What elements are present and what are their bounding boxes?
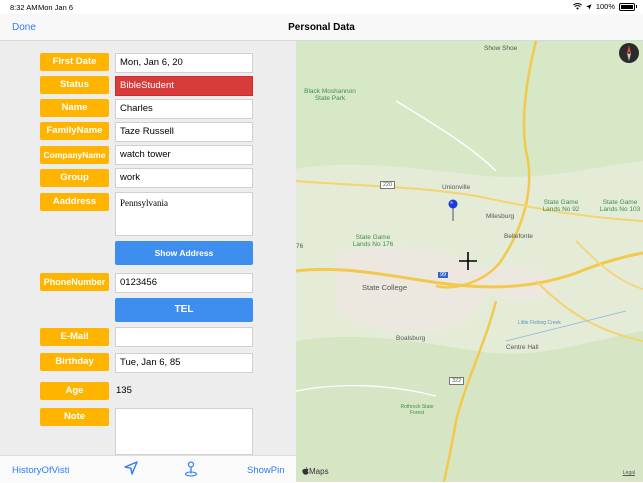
map-label-sgl92: State Game Lands No 92 [542, 199, 580, 213]
email-field[interactable] [115, 327, 253, 347]
battery-percent: 100% [595, 2, 615, 11]
address-field[interactable]: Pennsylvania [115, 192, 253, 236]
first-date-field[interactable]: Mon, Jan 6, 20 [115, 53, 253, 73]
map-label-little-fishing: Little Fishing Creek [518, 320, 561, 326]
name-label: Name [40, 99, 109, 117]
status-bar: 8:32 AM Mon Jan 6 100% [0, 0, 643, 14]
group-label: Group [40, 169, 109, 187]
email-label: E-Mail [40, 328, 109, 346]
status-time: 8:32 AM [10, 3, 38, 12]
family-name-label: FamilyName [40, 122, 109, 140]
maps-logo: Maps [302, 467, 329, 476]
note-label: Note [40, 408, 109, 426]
map-pin-icon[interactable] [448, 199, 462, 223]
legal-link[interactable]: Legal [623, 470, 635, 476]
compass-icon[interactable] [618, 42, 640, 64]
history-button[interactable]: HistoryOfVisti [12, 465, 69, 476]
address-label: Aaddress [40, 193, 109, 211]
map-label-state-college: State College [362, 283, 408, 292]
map-label-show-shoe: Show Shoe [484, 45, 518, 52]
location-icon [585, 3, 592, 10]
form-panel: First Date Mon, Jan 6, 20 Status BibleSt… [0, 41, 296, 455]
family-name-field[interactable]: Taze Russell [115, 122, 253, 142]
birthday-field[interactable]: Tue, Jan 6, 85 [115, 353, 253, 373]
map-route-220: 220 [380, 181, 396, 189]
apple-logo-icon [302, 467, 309, 475]
phone-label: PhoneNumber [40, 273, 109, 291]
map-view[interactable]: Show Shoe Black Moshannon State Park Uni… [296, 41, 643, 482]
birthday-label: Birthday [40, 353, 109, 371]
bottom-toolbar: HistoryOfVisti ShowPin [0, 455, 296, 483]
name-field[interactable]: Charles [115, 99, 253, 119]
map-label-centre-hall: Centre Hall [506, 344, 539, 351]
nav-bar: Done Personal Data [0, 14, 643, 41]
status-right: 100% [572, 2, 637, 11]
status-date: Mon Jan 6 [38, 3, 74, 12]
group-field[interactable]: work [115, 168, 253, 188]
wifi-icon [572, 3, 582, 10]
page-title: Personal Data [288, 22, 355, 33]
map-label-black-moshannon: Black Moshannon State Park [304, 88, 356, 102]
note-field[interactable] [115, 408, 253, 455]
company-name-label: CompanyName [40, 146, 109, 164]
location-arrow-icon[interactable] [124, 461, 138, 475]
status-label: Status [40, 76, 109, 94]
map-label-boalsburg: Boalsburg [396, 335, 426, 342]
map-label-bellefonte: Bellefonte [504, 233, 533, 240]
map-route-322: 322 [449, 377, 465, 385]
age-field[interactable]: 135 [115, 381, 253, 401]
map-label-rothrock: Rothrock State Forest [400, 404, 434, 416]
company-name-field[interactable]: watch tower [115, 145, 253, 165]
age-label: Age [40, 382, 109, 400]
map-label-sgl103: State Game Lands No 103 [599, 199, 641, 213]
first-date-label: First Date [40, 53, 109, 71]
pin-icon[interactable] [184, 461, 198, 477]
map-label-milesburg: Milesburg [486, 213, 515, 220]
tel-button[interactable]: TEL [115, 298, 253, 322]
map-route-99: 99 [438, 272, 449, 278]
maps-logo-text: Maps [309, 467, 329, 476]
phone-field[interactable]: 0123456 [115, 273, 253, 293]
show-pin-button[interactable]: ShowPin [247, 465, 285, 476]
status-field[interactable]: BibleStudent [115, 76, 253, 96]
battery-icon [619, 2, 637, 11]
map-label-edge: 76 [296, 243, 304, 250]
map-label-sgl176: State Game Lands No 176 [352, 234, 394, 248]
crosshair-icon [459, 252, 477, 270]
show-address-button[interactable]: Show Address [115, 241, 253, 265]
map-label-unionville: Unionville [442, 184, 471, 191]
